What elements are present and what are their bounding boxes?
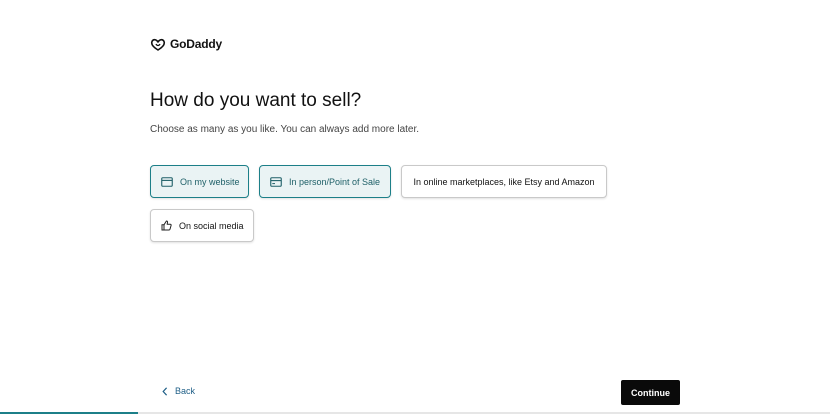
page-subtitle: Choose as many as you like. You can alwa… (150, 124, 420, 135)
thumbs-up-icon (161, 220, 172, 231)
option-on-my-website[interactable]: On my website (150, 165, 249, 198)
brand-logo[interactable]: GoDaddy (150, 37, 222, 51)
option-on-social-media[interactable]: On social media (150, 209, 254, 242)
browser-window-icon (161, 176, 173, 187)
back-link[interactable]: Back (162, 386, 195, 396)
option-online-marketplaces[interactable]: In online marketplaces, like Etsy and Am… (401, 165, 607, 198)
godaddy-logo-icon (150, 38, 166, 51)
option-label: On social media (179, 220, 244, 231)
brand-name: GoDaddy (170, 37, 222, 51)
option-label: In person/Point of Sale (289, 176, 381, 187)
chevron-left-icon (162, 386, 168, 396)
credit-card-icon (270, 176, 282, 187)
page-title: How do you want to sell? (150, 90, 362, 111)
option-label: On my website (180, 176, 240, 187)
option-label: In online marketplaces, like Etsy and Am… (413, 176, 595, 187)
continue-button[interactable]: Continue (621, 380, 680, 405)
back-label: Back (175, 386, 196, 396)
option-in-person-point-of-sale[interactable]: In person/Point of Sale (259, 165, 391, 198)
